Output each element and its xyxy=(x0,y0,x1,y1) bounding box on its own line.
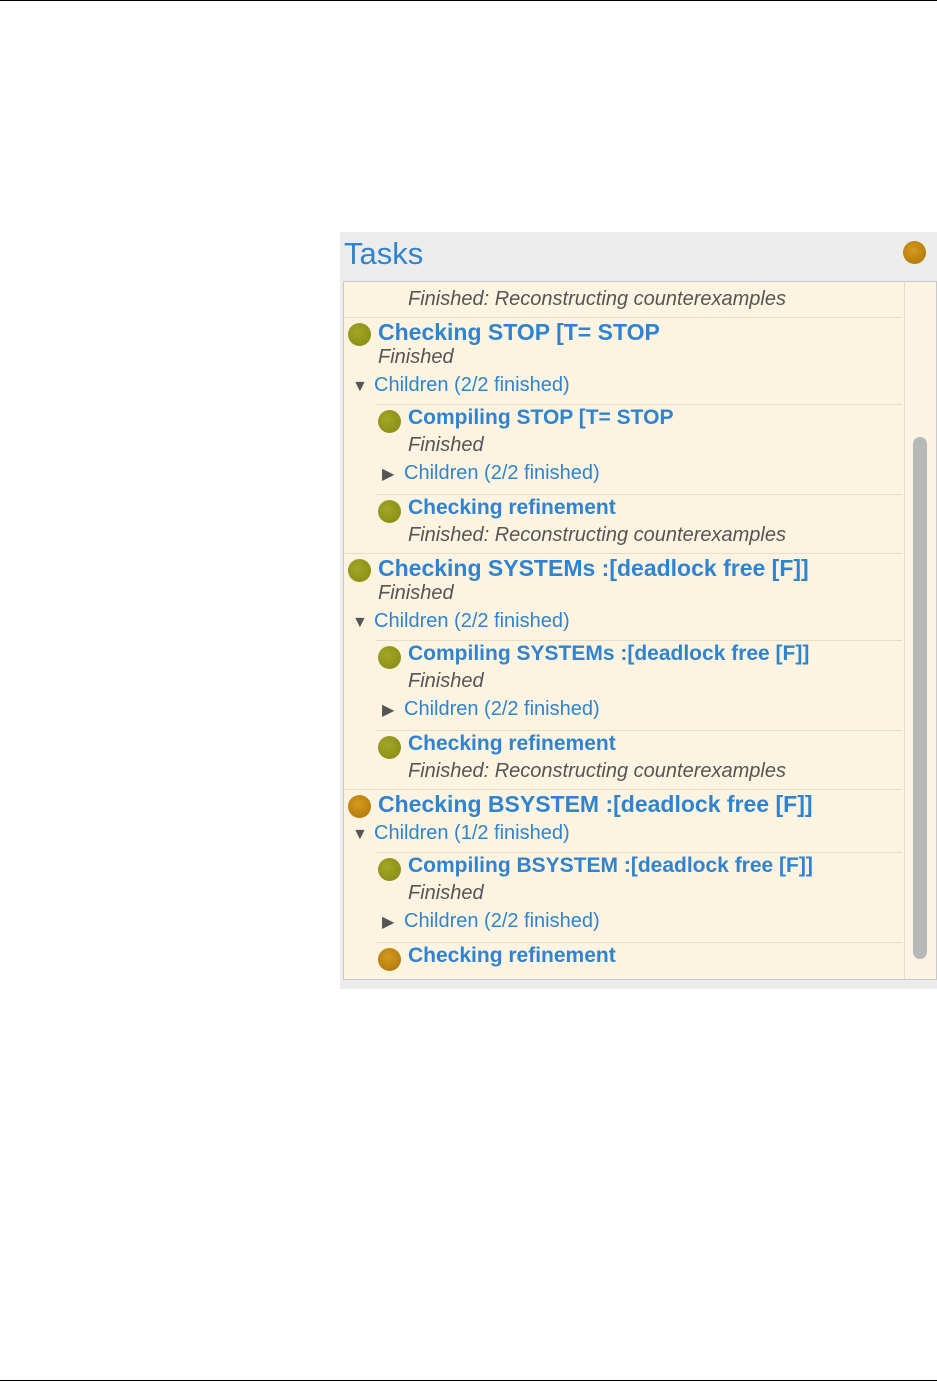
task-title[interactable]: Compiling STOP [T= STOP xyxy=(408,406,673,430)
status-finished-icon xyxy=(378,736,401,759)
task-status: Finished xyxy=(408,434,484,456)
bottom-rule xyxy=(0,1380,937,1381)
status-finished-icon xyxy=(348,559,371,582)
children-toggle[interactable]: ▼ Children (1/2 finished) xyxy=(352,822,570,845)
task-title[interactable]: Checking BSYSTEM :[deadlock free [F]] xyxy=(378,791,813,818)
task-title[interactable]: Checking refinement xyxy=(408,732,616,756)
row-separator xyxy=(376,942,902,943)
row-separator xyxy=(376,640,902,641)
task-status: Finished: Reconstructing counterexamples xyxy=(408,524,786,546)
panel-title: Tasks xyxy=(344,236,424,271)
children-toggle[interactable]: ▼ Children (2/2 finished) xyxy=(352,374,570,397)
task-status: Finished xyxy=(378,346,454,368)
row-separator xyxy=(376,404,902,405)
task-status: Finished xyxy=(378,582,454,604)
task-title[interactable]: Checking STOP [T= STOP xyxy=(378,319,660,346)
tasks-panel: Tasks Finished: Reconstructing counterex… xyxy=(340,232,937,989)
task-title[interactable]: Compiling SYSTEMs :[deadlock free [F]] xyxy=(408,642,809,666)
children-toggle[interactable]: ▶ Children (2/2 finished) xyxy=(382,910,600,933)
task-status: Finished: Reconstructing counterexamples xyxy=(408,288,786,310)
status-finished-icon xyxy=(378,410,401,433)
status-finished-icon xyxy=(378,646,401,669)
triangle-right-icon[interactable]: ▶ xyxy=(382,464,404,484)
task-status: Finished: Reconstructing counterexamples xyxy=(408,760,786,782)
triangle-down-icon[interactable]: ▼ xyxy=(352,826,374,844)
row-separator xyxy=(376,730,902,731)
triangle-right-icon[interactable]: ▶ xyxy=(382,912,404,932)
status-finished-icon xyxy=(348,323,371,346)
scrollbar-thumb[interactable] xyxy=(913,437,927,959)
row-separator xyxy=(344,553,902,554)
children-toggle[interactable]: ▶ Children (2/2 finished) xyxy=(382,462,600,485)
children-label: Children (2/2 finished) xyxy=(404,910,600,932)
task-title[interactable]: Checking refinement xyxy=(408,944,616,968)
status-running-icon xyxy=(348,795,371,818)
triangle-right-icon[interactable]: ▶ xyxy=(382,700,404,720)
status-finished-icon xyxy=(378,500,401,523)
task-title[interactable]: Compiling BSYSTEM :[deadlock free [F]] xyxy=(408,854,813,878)
children-label: Children (2/2 finished) xyxy=(374,610,570,632)
task-status: Finished xyxy=(408,670,484,692)
row-separator xyxy=(376,852,902,853)
children-label: Children (2/2 finished) xyxy=(404,462,600,484)
status-running-icon xyxy=(378,948,401,971)
row-separator xyxy=(344,317,902,318)
scrollbar-track[interactable] xyxy=(904,282,935,979)
triangle-down-icon[interactable]: ▼ xyxy=(352,378,374,396)
task-status: Finished xyxy=(408,882,484,904)
children-label: Children (2/2 finished) xyxy=(374,374,570,396)
task-list[interactable]: Finished: Reconstructing counterexamples… xyxy=(343,281,937,980)
task-title[interactable]: Checking SYSTEMs :[deadlock free [F]] xyxy=(378,555,809,582)
children-toggle[interactable]: ▼ Children (2/2 finished) xyxy=(352,610,570,633)
panel-status-icon xyxy=(903,241,926,264)
status-finished-icon xyxy=(378,858,401,881)
triangle-down-icon[interactable]: ▼ xyxy=(352,614,374,632)
row-separator xyxy=(376,494,902,495)
children-label: Children (2/2 finished) xyxy=(404,698,600,720)
top-rule xyxy=(0,0,937,1)
task-title[interactable]: Checking refinement xyxy=(408,496,616,520)
children-toggle[interactable]: ▶ Children (2/2 finished) xyxy=(382,698,600,721)
children-label: Children (1/2 finished) xyxy=(374,822,570,844)
row-separator xyxy=(344,789,902,790)
